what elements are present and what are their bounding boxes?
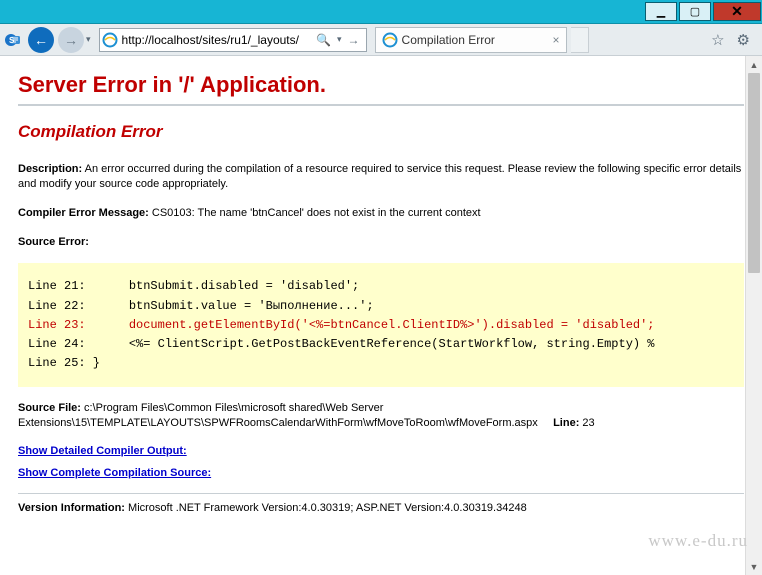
new-tab-button[interactable] (571, 27, 589, 53)
tab-close-button[interactable]: × (547, 33, 560, 47)
version-information: Version Information: Microsoft .NET Fram… (18, 502, 744, 514)
code-line-25: Line 25: } (28, 356, 100, 370)
settings-gear-icon[interactable]: ⚙ (737, 31, 750, 49)
error-heading: Compilation Error (18, 122, 744, 142)
window-close-button[interactable]: ✕ (713, 2, 761, 21)
chevron-up-icon: ▲ (750, 60, 759, 70)
divider (18, 104, 744, 106)
chevron-down-icon: ▼ (750, 562, 759, 572)
ie-logo-icon (382, 32, 398, 48)
window-titlebar: ▁ ▢ ✕ (0, 0, 762, 24)
line-label: Line: (553, 417, 579, 429)
cem-text: CS0103: The name 'btnCancel' does not ex… (149, 207, 481, 219)
show-complete-source-link[interactable]: Show Complete Compilation Source: (18, 467, 744, 479)
window-minimize-button[interactable]: ▁ (645, 2, 677, 21)
description-text: An error occurred during the compilation… (18, 163, 741, 190)
scroll-up-button[interactable]: ▲ (746, 56, 762, 73)
source-file-label: Source File: (18, 402, 81, 414)
page-content: Server Error in '/' Application. Compila… (0, 56, 762, 575)
compiler-error-message: Compiler Error Message: CS0103: The name… (18, 206, 744, 221)
source-file: Source File: c:\Program Files\Common Fil… (18, 401, 744, 431)
vertical-scrollbar[interactable]: ▲ ▼ (745, 56, 762, 575)
browser-nav-bar: S ← → ▾ 🔍 ▾ → Compilation Error × (0, 24, 762, 56)
line-value: 23 (579, 417, 594, 429)
tab-title: Compilation Error (402, 33, 547, 47)
sharepoint-logo-icon: S (4, 30, 24, 50)
code-line-21: Line 21: btnSubmit.disabled = 'disabled'… (28, 279, 359, 293)
toolbar-right: ☆ ⚙ (711, 31, 758, 49)
version-text: Microsoft .NET Framework Version:4.0.303… (125, 502, 527, 514)
version-label: Version Information: (18, 502, 125, 514)
scroll-thumb[interactable] (748, 73, 760, 273)
svg-text:S: S (9, 36, 15, 45)
search-dropdown-icon[interactable]: ▾ (335, 34, 344, 45)
source-error-label: Source Error: (18, 235, 744, 250)
minimize-icon: ▁ (657, 5, 665, 18)
code-line-24: Line 24: <%= ClientScript.GetPostBackEve… (28, 337, 655, 351)
cem-label: Compiler Error Message: (18, 207, 149, 219)
description-label: Description: (18, 163, 82, 175)
page-title: Server Error in '/' Application. (18, 72, 744, 98)
code-line-23-error: Line 23: document.getElementById('<%=btn… (28, 318, 655, 332)
search-icon[interactable]: 🔍 (312, 33, 335, 47)
show-detailed-output-link[interactable]: Show Detailed Compiler Output: (18, 445, 744, 457)
close-icon: ✕ (731, 3, 743, 20)
scroll-down-button[interactable]: ▼ (746, 558, 762, 575)
window-maximize-button[interactable]: ▢ (679, 2, 711, 21)
source-file-value: c:\Program Files\Common Files\microsoft … (18, 402, 538, 429)
browser-tab[interactable]: Compilation Error × (375, 27, 567, 53)
code-line-22: Line 22: btnSubmit.value = 'Выполнение..… (28, 299, 374, 313)
address-bar[interactable]: 🔍 ▾ → (99, 28, 367, 52)
forward-arrow-icon: → (64, 32, 78, 48)
back-arrow-icon: ← (34, 32, 48, 48)
nav-forward-button[interactable]: → (58, 27, 84, 53)
divider (18, 493, 744, 494)
source-code-block: Line 21: btnSubmit.disabled = 'disabled'… (18, 263, 744, 387)
description: Description: An error occurred during th… (18, 162, 744, 192)
go-button[interactable]: → (344, 33, 364, 47)
ie-logo-icon (102, 32, 118, 48)
nav-back-button[interactable]: ← (28, 27, 54, 53)
maximize-icon: ▢ (690, 5, 700, 18)
nav-history-dropdown[interactable]: ▾ (86, 34, 91, 45)
favorites-icon[interactable]: ☆ (711, 31, 724, 49)
scroll-track[interactable] (746, 73, 762, 558)
url-input[interactable] (122, 33, 313, 47)
